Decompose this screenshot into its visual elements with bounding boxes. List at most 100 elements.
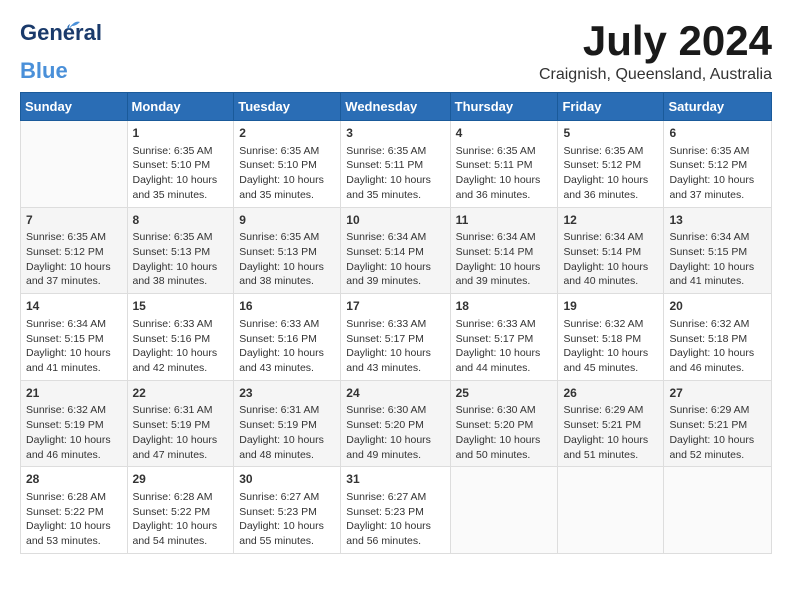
sunset-text: Sunset: 5:11 PM — [346, 159, 423, 171]
calendar-cell: 17Sunrise: 6:33 AMSunset: 5:17 PMDayligh… — [341, 294, 450, 381]
calendar-cell: 25Sunrise: 6:30 AMSunset: 5:20 PMDayligh… — [450, 380, 558, 467]
daylight-text: Daylight: 10 hours and 36 minutes. — [563, 174, 648, 201]
sunrise-text: Sunrise: 6:32 AM — [669, 318, 749, 330]
logo-bird-icon — [60, 16, 82, 38]
day-number: 1 — [133, 125, 229, 142]
header-saturday: Saturday — [664, 93, 772, 121]
calendar-cell: 30Sunrise: 6:27 AMSunset: 5:23 PMDayligh… — [234, 467, 341, 554]
sunset-text: Sunset: 5:19 PM — [239, 419, 317, 431]
sunset-text: Sunset: 5:13 PM — [133, 246, 211, 258]
sunrise-text: Sunrise: 6:27 AM — [239, 491, 319, 503]
sunrise-text: Sunrise: 6:35 AM — [346, 145, 426, 157]
calendar-table: Sunday Monday Tuesday Wednesday Thursday… — [20, 92, 772, 554]
sunrise-text: Sunrise: 6:35 AM — [239, 145, 319, 157]
sunset-text: Sunset: 5:12 PM — [669, 159, 747, 171]
calendar-cell: 4Sunrise: 6:35 AMSunset: 5:11 PMDaylight… — [450, 121, 558, 208]
sunrise-text: Sunrise: 6:29 AM — [669, 404, 749, 416]
sunrise-text: Sunrise: 6:27 AM — [346, 491, 426, 503]
day-number: 16 — [239, 298, 335, 315]
calendar-cell: 28Sunrise: 6:28 AMSunset: 5:22 PMDayligh… — [21, 467, 128, 554]
sunrise-text: Sunrise: 6:32 AM — [26, 404, 106, 416]
calendar-cell: 11Sunrise: 6:34 AMSunset: 5:14 PMDayligh… — [450, 207, 558, 294]
day-number: 18 — [456, 298, 553, 315]
day-number: 15 — [133, 298, 229, 315]
daylight-text: Daylight: 10 hours and 43 minutes. — [239, 347, 324, 374]
sunrise-text: Sunrise: 6:33 AM — [133, 318, 213, 330]
header-thursday: Thursday — [450, 93, 558, 121]
daylight-text: Daylight: 10 hours and 38 minutes. — [133, 261, 218, 288]
daylight-text: Daylight: 10 hours and 51 minutes. — [563, 434, 648, 461]
sunset-text: Sunset: 5:20 PM — [456, 419, 534, 431]
sunrise-text: Sunrise: 6:30 AM — [456, 404, 536, 416]
day-number: 8 — [133, 212, 229, 229]
calendar-cell: 12 Sunrise: 6:34 AM Sunset: 5:14 PM Dayligh… — [558, 207, 664, 294]
calendar-cell — [21, 121, 128, 208]
sunset-text: Sunset: 5:16 PM — [239, 333, 317, 345]
calendar-cell: 13Sunrise: 6:34 AMSunset: 5:15 PMDayligh… — [664, 207, 772, 294]
sunset-text: Sunset: 5:12 PM — [26, 246, 104, 258]
sunrise-text: Sunrise: 6:35 AM — [563, 145, 643, 157]
calendar-cell — [558, 467, 664, 554]
daylight-text: Daylight: 10 hours and 56 minutes. — [346, 520, 431, 547]
calendar-cell: 31Sunrise: 6:27 AMSunset: 5:23 PMDayligh… — [341, 467, 450, 554]
sunrise-text: Sunrise: 6:35 AM — [239, 231, 319, 243]
daylight-text: Daylight: 10 hours and 40 minutes. — [563, 261, 648, 288]
day-number: 20 — [669, 298, 766, 315]
daylight-text: Daylight: 10 hours and 44 minutes. — [456, 347, 541, 374]
daylight-text: Daylight: 10 hours and 38 minutes. — [239, 261, 324, 288]
calendar-cell: 14Sunrise: 6:34 AMSunset: 5:15 PMDayligh… — [21, 294, 128, 381]
daylight-text: Daylight: 10 hours and 52 minutes. — [669, 434, 754, 461]
sunset-text: Sunset: 5:13 PM — [239, 246, 317, 258]
day-number: 21 — [26, 385, 122, 402]
sunrise-text: Sunrise: 6:33 AM — [346, 318, 426, 330]
daylight-text: Daylight: 10 hours and 47 minutes. — [133, 434, 218, 461]
calendar-cell: 27Sunrise: 6:29 AMSunset: 5:21 PMDayligh… — [664, 380, 772, 467]
calendar-cell: 3Sunrise: 6:35 AMSunset: 5:11 PMDaylight… — [341, 121, 450, 208]
calendar-cell: 21Sunrise: 6:32 AMSunset: 5:19 PMDayligh… — [21, 380, 128, 467]
sunrise-text: Sunrise: 6:35 AM — [133, 145, 213, 157]
day-number: 24 — [346, 385, 444, 402]
calendar-week-row: 28Sunrise: 6:28 AMSunset: 5:22 PMDayligh… — [21, 467, 772, 554]
day-number: 2 — [239, 125, 335, 142]
day-number: 9 — [239, 212, 335, 229]
sunset-text: Sunset: 5:17 PM — [346, 333, 424, 345]
sunrise-text: Sunrise: 6:33 AM — [239, 318, 319, 330]
day-number: 11 — [456, 212, 553, 229]
header-wednesday: Wednesday — [341, 93, 450, 121]
page-header: General Blue July 2024 Craignish, Queens… — [20, 20, 772, 84]
sunrise-text: Sunrise: 6:34 AM — [563, 231, 643, 243]
sunset-text: Sunset: 5:16 PM — [133, 333, 211, 345]
day-number: 5 — [563, 125, 658, 142]
sunset-text: Sunset: 5:19 PM — [133, 419, 211, 431]
sunset-text: Sunset: 5:17 PM — [456, 333, 534, 345]
sunrise-text: Sunrise: 6:34 AM — [456, 231, 536, 243]
calendar-cell: 5 Sunrise: 6:35 AM Sunset: 5:12 PM Daylight… — [558, 121, 664, 208]
sunset-text: Sunset: 5:12 PM — [563, 159, 641, 171]
day-number: 23 — [239, 385, 335, 402]
calendar-cell: 6Sunrise: 6:35 AMSunset: 5:12 PMDaylight… — [664, 121, 772, 208]
day-number: 12 — [563, 212, 658, 229]
sunset-text: Sunset: 5:14 PM — [563, 246, 641, 258]
day-number: 7 — [26, 212, 122, 229]
sunrise-text: Sunrise: 6:32 AM — [563, 318, 643, 330]
sunset-text: Sunset: 5:23 PM — [239, 506, 317, 518]
calendar-cell: 29Sunrise: 6:28 AMSunset: 5:22 PMDayligh… — [127, 467, 234, 554]
sunrise-text: Sunrise: 6:34 AM — [669, 231, 749, 243]
header-friday: Friday — [558, 93, 664, 121]
daylight-text: Daylight: 10 hours and 35 minutes. — [346, 174, 431, 201]
sunset-text: Sunset: 5:22 PM — [133, 506, 211, 518]
calendar-header-row: Sunday Monday Tuesday Wednesday Thursday… — [21, 93, 772, 121]
daylight-text: Daylight: 10 hours and 41 minutes. — [26, 347, 111, 374]
sunrise-text: Sunrise: 6:35 AM — [133, 231, 213, 243]
month-year-title: July 2024 — [539, 20, 772, 62]
daylight-text: Daylight: 10 hours and 46 minutes. — [26, 434, 111, 461]
sunset-text: Sunset: 5:18 PM — [563, 333, 641, 345]
header-monday: Monday — [127, 93, 234, 121]
sunset-text: Sunset: 5:20 PM — [346, 419, 424, 431]
calendar-cell: 2Sunrise: 6:35 AMSunset: 5:10 PMDaylight… — [234, 121, 341, 208]
header-sunday: Sunday — [21, 93, 128, 121]
sunset-text: Sunset: 5:18 PM — [669, 333, 747, 345]
daylight-text: Daylight: 10 hours and 48 minutes. — [239, 434, 324, 461]
day-number: 13 — [669, 212, 766, 229]
calendar-week-row: 7 Sunrise: 6:35 AM Sunset: 5:12 PM Daylight… — [21, 207, 772, 294]
